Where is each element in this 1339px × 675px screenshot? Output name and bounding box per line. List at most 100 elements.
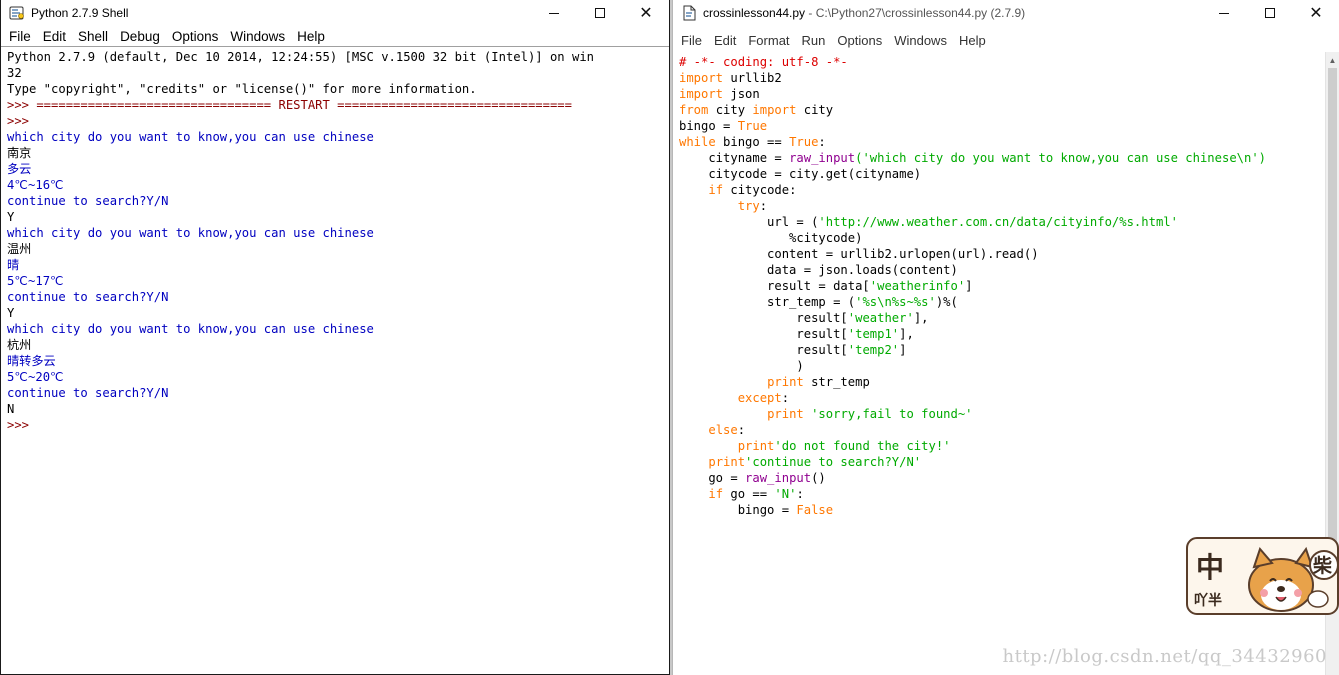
editor-titlebar[interactable]: crossinlesson44.py - C:\Python27\crossin… (673, 0, 1339, 26)
shell-line: which city do you want to know,you can u… (7, 130, 374, 144)
menu-windows[interactable]: Windows (224, 29, 291, 44)
menu-shell[interactable]: Shell (72, 29, 114, 44)
code-line: if go == 'N': (679, 486, 1319, 502)
scroll-up-icon[interactable]: ▲ (1326, 52, 1339, 68)
code-token: go == (723, 487, 775, 501)
code-token: result[ (679, 327, 848, 341)
editor-menu-run[interactable]: Run (796, 33, 832, 48)
editor-window-controls: ✕ (1201, 0, 1339, 26)
code-line: ) (679, 358, 1319, 374)
code-token: city (708, 103, 753, 117)
editor-menu-format[interactable]: Format (742, 33, 795, 48)
shell-line: continue to search?Y/N (7, 194, 169, 208)
shell-line: Y (7, 210, 15, 224)
code-line: go = raw_input() (679, 470, 1319, 486)
code-token: except (737, 391, 782, 405)
shell-line: 晴转多云 (7, 354, 56, 368)
menu-file[interactable]: File (3, 29, 37, 44)
code-token: citycode: (723, 183, 797, 197)
code-token: ] (899, 343, 907, 357)
logo-char-main: 中 (1196, 551, 1224, 584)
menu-help[interactable]: Help (291, 29, 331, 44)
minimize-button[interactable] (531, 0, 577, 26)
shell-titlebar[interactable]: Python 2.7.9 Shell ✕ (1, 0, 669, 26)
editor-minimize-button[interactable] (1201, 0, 1247, 26)
maximize-icon (595, 8, 605, 18)
code-line: data = json.loads(content) (679, 262, 1319, 278)
code-token: raw_input (789, 151, 856, 165)
shell-line: 5℃~20℃ (7, 370, 64, 384)
code-token: url = ( (679, 215, 819, 229)
code-token: raw_input (745, 471, 812, 485)
code-token: print (708, 455, 746, 469)
editor-maximize-button[interactable] (1247, 0, 1293, 26)
shell-line: Python 2.7.9 (default, Dec 10 2014, 12:2… (7, 50, 594, 64)
code-token: 'temp1' (847, 327, 900, 341)
code-token: str_temp = ( (679, 295, 856, 309)
shell-line: >>> (7, 114, 37, 128)
code-token: json (723, 87, 760, 101)
menu-debug[interactable]: Debug (114, 29, 166, 44)
shell-line: which city do you want to know,you can u… (7, 322, 374, 336)
code-token: ], (913, 311, 929, 325)
code-token: '%s\n%s~%s' (855, 295, 936, 309)
menu-options[interactable]: Options (166, 29, 225, 44)
code-token: %citycode) (679, 231, 863, 245)
code-token: False (796, 503, 834, 517)
close-icon: ✕ (639, 3, 653, 22)
code-token: 'http://www.weather.com.cn/data/cityinfo… (818, 215, 1178, 229)
code-token: from (679, 103, 709, 117)
logo-char-small: 吖半 (1194, 592, 1222, 609)
close-button[interactable]: ✕ (623, 0, 669, 26)
maximize-button[interactable] (577, 0, 623, 26)
shell-window: Python 2.7.9 Shell ✕ File Edit Shell Deb… (0, 0, 670, 675)
code-token: content = urllib2.urlopen(url).read() (679, 247, 1039, 261)
editor-menu-file[interactable]: File (675, 33, 708, 48)
shell-line: continue to search?Y/N (7, 290, 169, 304)
shell-menubar: File Edit Shell Debug Options Windows He… (1, 26, 669, 46)
editor-menu-help[interactable]: Help (953, 33, 992, 48)
editor-close-button[interactable]: ✕ (1293, 0, 1339, 26)
editor-menu-options[interactable]: Options (831, 33, 888, 48)
shell-window-controls: ✕ (531, 0, 669, 26)
code-token: bingo == (715, 135, 790, 149)
code-token: ) (679, 359, 804, 373)
code-line: except: (679, 390, 1319, 406)
code-line: else: (679, 422, 1319, 438)
editor-menu-windows[interactable]: Windows (888, 33, 953, 48)
code-line: try: (679, 198, 1319, 214)
scrollbar-thumb[interactable] (1328, 68, 1337, 593)
code-token: : (781, 391, 790, 405)
shell-line: continue to search?Y/N (7, 386, 169, 400)
code-token: 'N' (774, 487, 797, 501)
code-line: str_temp = ('%s\n%s~%s')%( (679, 294, 1319, 310)
editor-menu-edit[interactable]: Edit (708, 33, 742, 48)
menu-edit[interactable]: Edit (37, 29, 72, 44)
code-token: urllib2 (723, 71, 782, 85)
minimize-icon (549, 12, 559, 14)
code-token: : (796, 487, 804, 501)
code-line: import json (679, 86, 1319, 102)
shell-line: N (7, 402, 15, 416)
shell-output[interactable]: Python 2.7.9 (default, Dec 10 2014, 12:2… (1, 46, 669, 674)
code-line: content = urllib2.urlopen(url).read() (679, 246, 1319, 262)
code-line: print'continue to search?Y/N' (679, 454, 1319, 470)
code-line: # -*- coding: utf-8 -*- (679, 54, 1319, 70)
code-token: try (737, 199, 760, 213)
code-token: True (737, 119, 768, 133)
code-line: citycode = city.get(cityname) (679, 166, 1319, 182)
python-file-icon (680, 4, 698, 22)
shell-line: 4℃~16℃ (7, 178, 64, 192)
shell-line: >>> ================================ RES… (7, 98, 572, 112)
watermark: http://blog.csdn.net/qq_34432960 (1002, 646, 1327, 667)
code-token: ] (965, 279, 973, 293)
code-token: ('which city do you want to know,you can… (855, 151, 1267, 165)
code-token: 'weatherinfo' (869, 279, 966, 293)
code-token: data = json.loads(content) (679, 263, 958, 277)
code-token: True (789, 135, 819, 149)
